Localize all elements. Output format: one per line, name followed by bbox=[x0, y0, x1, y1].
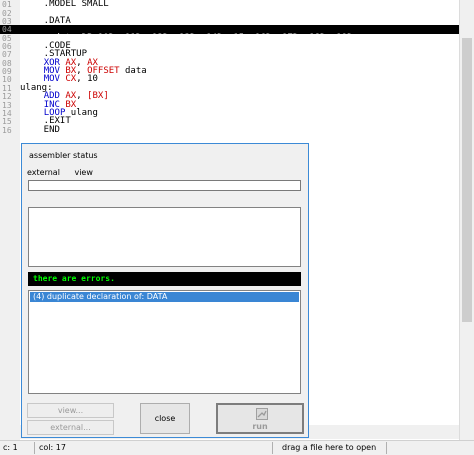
line-number: 12 bbox=[2, 92, 12, 101]
vertical-scrollbar[interactable] bbox=[459, 0, 474, 440]
close-button[interactable]: close bbox=[140, 403, 190, 434]
assembler-status-dialog: assembler status external view there are… bbox=[21, 143, 309, 438]
external-button[interactable]: external... bbox=[27, 420, 114, 435]
line-number: 15 bbox=[2, 117, 12, 126]
path-input[interactable] bbox=[28, 180, 301, 191]
error-list[interactable]: (4) duplicate declaration of: DATA bbox=[28, 290, 301, 394]
code-text: 10 bbox=[87, 74, 98, 84]
code-text: .MODEL SMALL bbox=[22, 0, 109, 9]
run-icon bbox=[256, 408, 268, 420]
status-separator bbox=[386, 442, 387, 454]
code-register: [BX] bbox=[87, 91, 109, 101]
code-line: 16 END bbox=[0, 125, 459, 136]
status-separator bbox=[272, 442, 273, 454]
dialog-title: assembler status bbox=[29, 151, 98, 160]
status-bar: c: 1 col: 17 drag a file here to open bbox=[0, 440, 474, 455]
code-line: 10 MOV CX, 10 bbox=[2, 74, 98, 85]
code-register: CX bbox=[65, 74, 77, 84]
menu-external[interactable]: external bbox=[27, 168, 60, 177]
run-button[interactable]: run bbox=[216, 403, 304, 434]
line-number: 04 bbox=[2, 25, 12, 34]
menu-view[interactable]: view bbox=[74, 168, 92, 177]
code-line: 15 .EXIT bbox=[0, 117, 459, 127]
error-list-item[interactable]: (4) duplicate declaration of: DATA bbox=[30, 292, 299, 302]
assembler-output-box[interactable] bbox=[28, 207, 301, 267]
line-number: 16 bbox=[2, 126, 12, 135]
line-number: 10 bbox=[2, 75, 12, 84]
status-separator bbox=[34, 442, 35, 454]
code-line-highlighted: 04 data DB 10D, 11D, 12D, 13D, 14D, 15, … bbox=[0, 25, 459, 43]
error-banner: there are errors. bbox=[28, 272, 301, 286]
code-text: END bbox=[22, 125, 60, 135]
line-number: 07 bbox=[2, 50, 12, 59]
scrollbar-thumb[interactable] bbox=[462, 38, 472, 322]
code-line: 01 .MODEL SMALL bbox=[0, 0, 459, 9]
line-number: 01 bbox=[2, 0, 12, 9]
view-button[interactable]: view... bbox=[27, 403, 114, 418]
status-drop-hint: drag a file here to open bbox=[282, 443, 377, 452]
run-button-label: run bbox=[252, 422, 268, 431]
dialog-menu-bar: external view bbox=[27, 168, 105, 177]
status-column: col: 17 bbox=[39, 443, 66, 452]
status-line: c: 1 bbox=[3, 443, 18, 452]
